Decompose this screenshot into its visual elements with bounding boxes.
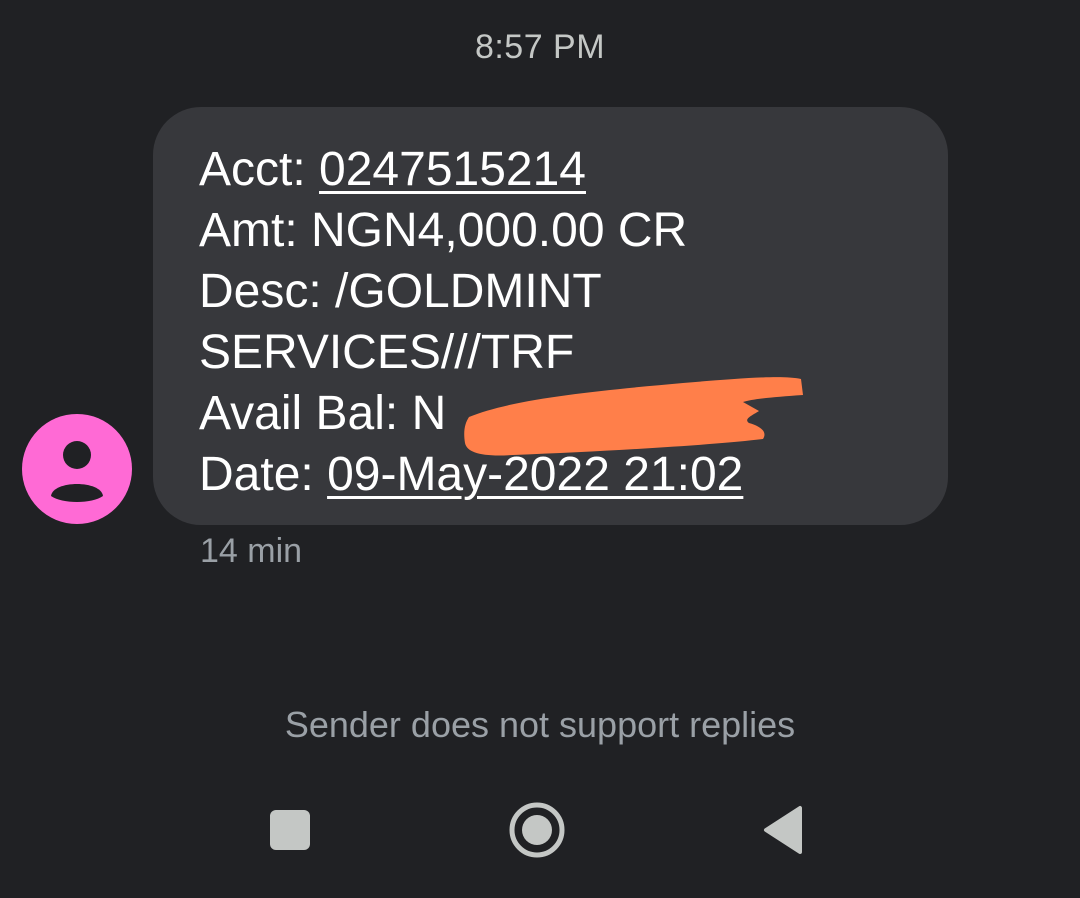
message-line-description: Desc: /GOLDMINT <box>199 261 948 322</box>
triangle-back-icon <box>764 806 802 854</box>
conversation-timestamp: 8:57 PM <box>474 28 606 66</box>
recents-button[interactable] <box>250 790 330 870</box>
back-button[interactable] <box>744 790 824 870</box>
amount-label: Amt: <box>199 204 312 257</box>
message-line-account: Acct: 0247515214 <box>199 139 948 200</box>
date-link[interactable]: 09-May-2022 21:02 <box>327 448 743 501</box>
person-icon <box>51 441 103 502</box>
square-recents-icon <box>270 810 310 850</box>
message-line-date: Date: 09-May-2022 21:02 <box>199 444 948 505</box>
description-value: /GOLDMINT <box>335 265 602 318</box>
message-line-balance: Avail Bal: N <box>199 383 948 444</box>
date-label: Date: <box>199 448 328 501</box>
account-number-link[interactable]: 0247515214 <box>319 143 586 196</box>
account-label: Acct: <box>199 143 320 196</box>
message-line-amount: Amt: NGN4,000.00 CR <box>199 200 948 261</box>
message-bubble[interactable]: Acct: 0247515214 Amt: NGN4,000.00 CR Des… <box>153 107 948 525</box>
balance-label: Avail Bal: <box>199 387 412 440</box>
message-time-ago: 14 min <box>200 532 303 570</box>
circle-home-icon <box>509 802 565 858</box>
message-thread-screen: 8:57 PM Acct: 0247515214 Amt: NGN4,000.0… <box>0 0 1080 898</box>
description-label: Desc: <box>199 265 336 318</box>
home-button[interactable] <box>497 790 577 870</box>
message-line-description-continued: SERVICES///TRF <box>199 322 948 383</box>
amount-value: NGN4,000.00 CR <box>311 204 688 257</box>
balance-value: N <box>411 387 447 440</box>
no-replies-notice: Sender does not support replies <box>284 704 796 745</box>
system-navigation-bar <box>0 790 1080 870</box>
description-continued-value: SERVICES///TRF <box>199 326 575 379</box>
sender-avatar[interactable] <box>22 414 132 524</box>
